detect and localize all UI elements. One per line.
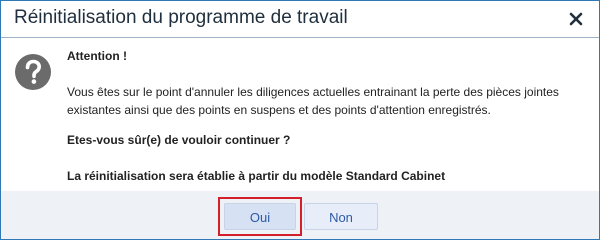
question-icon xyxy=(14,53,52,96)
no-button[interactable]: Non xyxy=(304,203,378,230)
yes-button[interactable]: Oui xyxy=(224,203,296,230)
message-template-info: La réinitialisation sera établie à parti… xyxy=(67,169,446,183)
dialog: Réinitialisation du programme de travail… xyxy=(0,0,600,240)
dialog-titlebar: Réinitialisation du programme de travail xyxy=(1,1,599,37)
close-icon[interactable] xyxy=(567,10,585,28)
dialog-footer: Oui Non xyxy=(1,191,599,239)
message-warning: Vous êtes sur le point d'annuler les dil… xyxy=(67,85,559,117)
title-divider xyxy=(1,37,599,38)
message-confirm-question: Etes-vous sûr(e) de vouloir continuer ? xyxy=(67,133,291,147)
dialog-title: Réinitialisation du programme de travail xyxy=(14,7,348,28)
message-heading: Attention ! xyxy=(67,49,127,63)
